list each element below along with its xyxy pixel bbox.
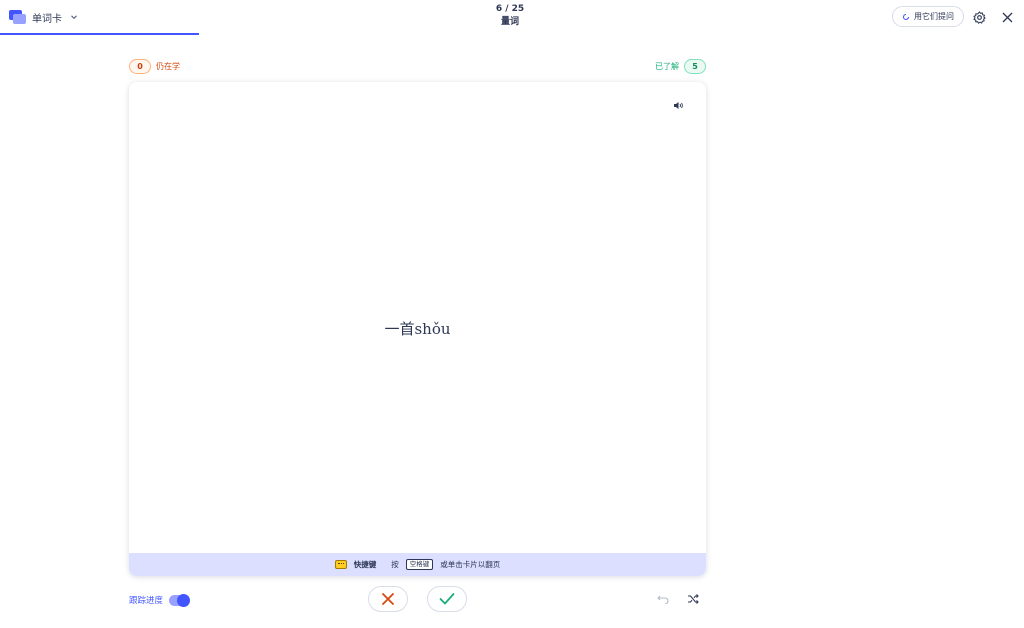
know-count: 5 bbox=[684, 58, 706, 74]
loading-circle-icon bbox=[902, 13, 910, 20]
chevron-down-icon bbox=[71, 15, 77, 20]
check-icon bbox=[439, 593, 455, 605]
close-button[interactable] bbox=[998, 8, 1016, 26]
progress-indicator: 6 / 25 量词 bbox=[460, 3, 560, 29]
options-label: 用它们提问 bbox=[914, 12, 954, 21]
x-icon bbox=[382, 593, 394, 605]
know-button[interactable] bbox=[427, 586, 467, 612]
spacebar-key: 空格键 bbox=[405, 559, 434, 570]
shortcut-title: 快捷键 bbox=[353, 560, 377, 569]
dont-know-button[interactable] bbox=[368, 586, 408, 612]
speaker-icon bbox=[673, 101, 683, 109]
shortcut-hint-text: 或单击卡片以翻页 bbox=[440, 560, 501, 569]
card-term: 一首shǒu bbox=[384, 320, 451, 338]
shuffle-icon bbox=[688, 594, 699, 604]
active-mode-underline bbox=[0, 33, 199, 35]
flashcard[interactable]: 一首shǒu 快捷键 按 空格键 或单击卡片以翻页 bbox=[129, 82, 706, 576]
gear-icon bbox=[972, 10, 986, 24]
still-learning-counter: 0 仍在学 bbox=[129, 58, 180, 74]
know-label: 已了解 bbox=[655, 61, 679, 71]
audio-button[interactable] bbox=[670, 98, 686, 112]
top-bar: 单词卡 6 / 25 量词 用它们提问 bbox=[0, 0, 1024, 36]
set-title: 量词 bbox=[500, 17, 519, 27]
study-mode-dropdown[interactable]: 单词卡 bbox=[9, 8, 78, 26]
close-icon bbox=[1002, 12, 1012, 22]
shuffle-button[interactable] bbox=[685, 591, 701, 607]
undo-icon bbox=[657, 595, 669, 604]
still-learning-count: 0 bbox=[129, 58, 151, 74]
settings-button[interactable] bbox=[970, 8, 988, 26]
shortcut-hint-bar: 快捷键 按 空格键 或单击卡片以翻页 bbox=[129, 553, 706, 576]
track-progress: 跟踪进度 bbox=[129, 592, 191, 608]
options-button[interactable]: 用它们提问 bbox=[892, 6, 964, 27]
keyboard-icon bbox=[334, 560, 347, 569]
flashcards-icon bbox=[9, 10, 26, 24]
track-progress-toggle[interactable] bbox=[169, 593, 191, 607]
track-progress-label: 跟踪进度 bbox=[129, 596, 164, 606]
study-mode-label: 单词卡 bbox=[32, 13, 62, 25]
know-counter: 已了解 5 bbox=[655, 58, 706, 74]
card-progress: 6 / 25 bbox=[495, 4, 525, 14]
shortcut-press-label: 按 bbox=[391, 560, 399, 569]
undo-button[interactable] bbox=[655, 591, 671, 607]
still-learning-label: 仍在学 bbox=[156, 61, 180, 71]
